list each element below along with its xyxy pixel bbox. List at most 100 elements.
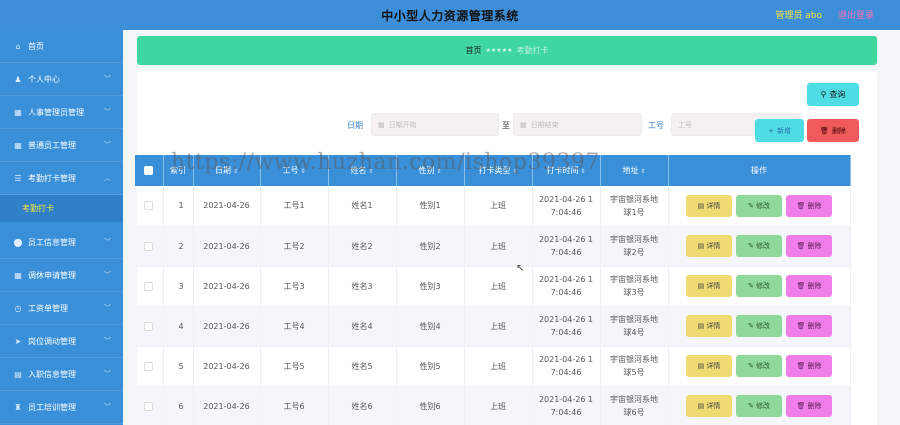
select-all-header[interactable] (135, 155, 164, 186)
row-delete-label: 删除 (807, 362, 822, 370)
sidebar-item-leave-requests[interactable]: ▦ 调休申请管理 ﹀ (0, 259, 123, 292)
edit-button[interactable]: ✎ 修改 (736, 395, 782, 417)
search-button[interactable]: ⚲ 查询 (807, 83, 859, 106)
sidebar-item-training[interactable]: ♜ 员工培训管理 ﹀ (0, 391, 123, 424)
chevron-down-icon: ﹀ (104, 370, 111, 378)
detail-button[interactable]: ▤ 详情 (686, 275, 732, 297)
sidebar-item-transfers[interactable]: ➤ 岗位调动管理 ﹀ (0, 325, 123, 358)
row-checkbox[interactable] (144, 281, 154, 291)
cell-actions: ▤ 详情 ✎ 修改 🗑 删除 (668, 306, 851, 347)
table-row: 4 2021-04-26 工号4 姓名4 性别4 上班 2021-04-26 1 7:04:4… (135, 306, 851, 347)
edit-icon: ✎ (747, 201, 757, 210)
punch-time-line: 2021-04-26 1 (538, 275, 594, 284)
breadcrumb-separator: ★★★★★ (485, 47, 513, 54)
row-select-cell[interactable] (135, 306, 164, 347)
row-delete-button[interactable]: 🗑 删除 (786, 235, 832, 257)
table-row: 2 2021-04-26 工号2 姓名2 性别2 上班 2021-04-26 1 7:04:4… (135, 226, 851, 267)
sidebar-subitem-attendance-punch[interactable]: 考勤打卡 (0, 195, 123, 222)
doc-icon: ▤ (14, 369, 22, 379)
trash-icon: 🗑 (796, 282, 808, 290)
detail-button[interactable]: ▤ 详情 (686, 235, 732, 257)
detail-button[interactable]: ▤ 详情 (686, 355, 732, 377)
detail-button[interactable]: ▤ 详情 (686, 194, 732, 217)
address-line: 球1号 (623, 207, 645, 217)
edit-button-label: 修改 (756, 402, 771, 410)
cell-actions: ▤ 详情 ✎ 修改 🗑 删除 (668, 386, 851, 425)
edit-icon: ✎ (747, 402, 757, 410)
sidebar-item-onboarding[interactable]: ▤ 入职信息管理 ﹀ (0, 358, 123, 391)
column-header-address[interactable]: 地址 ⇕ (600, 155, 669, 186)
row-checkbox[interactable] (144, 401, 154, 411)
sidebar-item-employees[interactable]: ▦ 普通员工管理 ﹀ (0, 129, 123, 162)
chevron-up-icon: ︿ (104, 174, 111, 182)
row-checkbox[interactable] (144, 201, 154, 211)
list-icon: ☰ (14, 173, 22, 183)
cell-punch-time: 2021-04-26 1 7:04:46 (532, 186, 601, 227)
date-end-input[interactable]: ▦ 日期结束 (513, 113, 642, 136)
cell-date: 2021-04-26 (193, 306, 261, 347)
edit-button[interactable]: ✎ 修改 (736, 235, 782, 257)
edit-button[interactable]: ✎ 修改 (736, 194, 782, 217)
row-delete-label: 删除 (807, 282, 822, 290)
cell-date: 2021-04-26 (193, 186, 261, 227)
detail-button-label: 详情 (706, 362, 721, 370)
breadcrumb-current: 考勤打卡 (516, 46, 549, 55)
trash-icon: 🗑 (796, 242, 808, 250)
detail-button[interactable]: ▤ 详情 (686, 315, 732, 337)
logout-link[interactable]: 退出登录 (838, 8, 874, 21)
detail-button-label: 详情 (706, 322, 721, 330)
sidebar-item-attendance[interactable]: ☰ 考勤打卡管理 ︿ (0, 162, 123, 195)
cell-name: 姓名3 (328, 266, 397, 307)
sidebar-item-employee-info[interactable]: ⬤ 员工信息管理 ﹀ (0, 226, 123, 259)
cell-name: 姓名1 (328, 186, 397, 227)
row-select-cell[interactable] (135, 226, 164, 267)
row-delete-button[interactable]: 🗑 删除 (786, 194, 832, 217)
search-icon: ⚲ (820, 90, 827, 99)
sidebar-item-home[interactable]: ⌂ 首页 (0, 30, 123, 63)
cell-punch-time: 2021-04-26 1 7:04:46 (532, 386, 601, 425)
sidebar-item-hr-admin[interactable]: ▦ 人事管理员管理 ﹀ (0, 96, 123, 129)
row-select-cell[interactable] (135, 346, 164, 387)
batch-delete-label: 删除 (831, 126, 846, 135)
row-select-cell[interactable] (135, 386, 164, 425)
sidebar-item-personal-center[interactable]: ♟ 个人中心 ﹀ (0, 63, 123, 96)
row-delete-button[interactable]: 🗑 删除 (786, 355, 832, 377)
address-line: 宇宙银河系地 (610, 275, 658, 284)
punch-time-line: 7:04:46 (550, 207, 582, 217)
row-select-cell[interactable] (135, 266, 164, 307)
date-start-input[interactable]: ▦ 日期开始 (371, 113, 499, 136)
trash-icon: 🗑 (796, 322, 808, 330)
cell-address: 宇宙银河系地 球5号 (600, 346, 669, 387)
edit-button[interactable]: ✎ 修改 (736, 355, 782, 377)
punch-time-line: 7:04:46 (550, 288, 582, 297)
cell-worker-no: 工号5 (260, 346, 329, 387)
table-row: 6 2021-04-26 工号6 姓名6 性别6 上班 2021-04-26 1 7:04:4… (135, 386, 851, 425)
row-delete-button[interactable]: 🗑 删除 (786, 395, 832, 417)
row-delete-button[interactable]: 🗑 删除 (786, 315, 832, 337)
to-label: 至 (502, 121, 510, 130)
sidebar-item-label: 普通员工管理 (28, 140, 76, 150)
edit-button[interactable]: ✎ 修改 (736, 275, 782, 297)
address-line: 球2号 (623, 248, 645, 257)
cell-punch-time: 2021-04-26 1 7:04:46 (532, 266, 601, 307)
row-checkbox[interactable] (144, 321, 154, 331)
cell-actions: ▤ 详情 ✎ 修改 🗑 删除 (668, 266, 851, 307)
detail-button[interactable]: ▤ 详情 (686, 395, 732, 417)
sidebar-item-payroll[interactable]: ◷ 工资单管理 ﹀ (0, 292, 123, 325)
row-delete-label: 删除 (807, 242, 822, 250)
mouse-cursor-icon: ↖ (516, 263, 525, 274)
select-all-checkbox[interactable] (144, 166, 154, 175)
row-checkbox[interactable] (144, 241, 154, 251)
app-title: 中小型人力资源管理系统 (381, 8, 519, 23)
punch-time-line: 2021-04-26 1 (538, 194, 594, 204)
row-checkbox[interactable] (144, 361, 154, 371)
row-delete-button[interactable]: 🗑 删除 (786, 275, 832, 297)
breadcrumb-home[interactable]: 首页 (466, 45, 482, 56)
add-button[interactable]: + 新增 (755, 119, 804, 142)
punch-time-line: 7:04:46 (550, 368, 582, 377)
cell-index: 4 (163, 306, 194, 347)
batch-delete-button[interactable]: 🗑 删除 (807, 119, 859, 142)
punch-time-line: 7:04:46 (550, 328, 582, 337)
edit-button[interactable]: ✎ 修改 (736, 315, 782, 337)
row-select-cell[interactable] (135, 186, 164, 227)
